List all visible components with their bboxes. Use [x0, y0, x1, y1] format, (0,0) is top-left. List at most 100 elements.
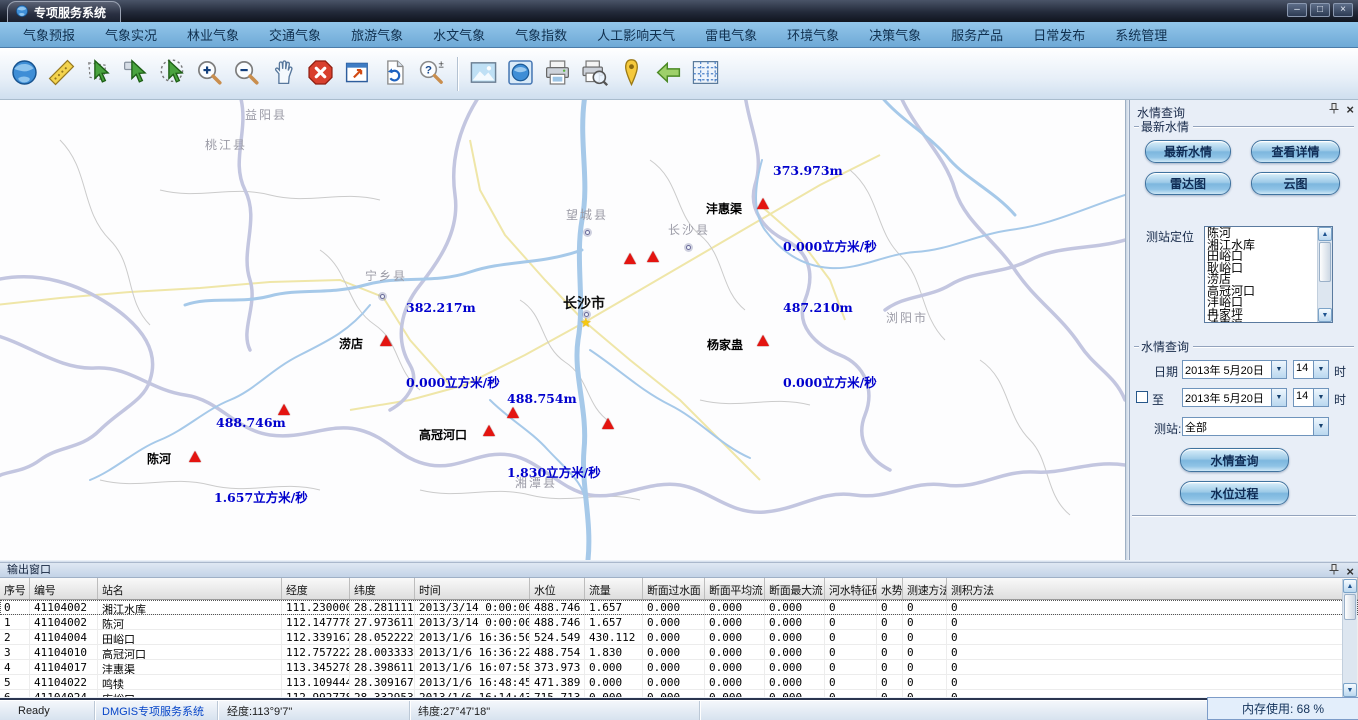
column-header[interactable]: 时间 — [415, 578, 530, 599]
column-header[interactable]: 断面平均流 — [705, 578, 765, 599]
menu-item-4[interactable]: 旅游气象 — [336, 25, 418, 44]
globe-window-button[interactable] — [502, 53, 539, 95]
scroll-thumb[interactable] — [1319, 242, 1331, 282]
image-button[interactable] — [465, 53, 502, 95]
back-arrow-button[interactable] — [650, 53, 687, 95]
pin-icon[interactable] — [1329, 564, 1339, 579]
window-extent-button[interactable] — [339, 53, 376, 95]
table-row[interactable]: 341104010高冠河口112.75722228.0033332013/1/6… — [0, 645, 1358, 660]
column-header[interactable]: 流量 — [585, 578, 643, 599]
station-list-item[interactable]: 沣惠渠 — [1207, 320, 1317, 322]
zoom-in-button[interactable] — [191, 53, 228, 95]
station-listbox[interactable]: 陈河湘江水库田峪口耿峪口涝店高冠河口沣峪口冉家坪沣惠渠 ▲ ▼ — [1204, 226, 1333, 323]
refresh-button[interactable] — [376, 53, 413, 95]
station-marker-icon[interactable] — [624, 253, 636, 264]
output-close-icon[interactable]: × — [1346, 566, 1354, 578]
scroll-down-icon[interactable]: ▼ — [1318, 308, 1332, 322]
chevron-down-icon[interactable]: ▼ — [1271, 361, 1286, 378]
column-header[interactable]: 断面过水面 — [643, 578, 705, 599]
station-marker-icon[interactable] — [189, 451, 201, 462]
column-header[interactable]: 站名 — [98, 578, 282, 599]
hour-select-2[interactable]: 14▼ — [1293, 388, 1329, 407]
table-body[interactable]: 041104002湘江水库111.23000028.2811112013/3/1… — [0, 600, 1358, 697]
pan-hand-button[interactable] — [265, 53, 302, 95]
water-query-button[interactable]: 水情查询 — [1180, 448, 1289, 472]
station-marker-icon[interactable] — [507, 407, 519, 418]
column-header[interactable]: 测积方法 — [947, 578, 1358, 599]
print-button[interactable] — [539, 53, 576, 95]
column-header[interactable]: 河水特征码 — [825, 578, 877, 599]
chevron-down-icon[interactable]: ▼ — [1313, 389, 1328, 406]
menu-item-13[interactable]: 系统管理 — [1100, 25, 1182, 44]
menu-item-12[interactable]: 日常发布 — [1018, 25, 1100, 44]
to-checkbox[interactable] — [1136, 391, 1148, 403]
globe-button[interactable] — [6, 53, 43, 95]
date-select-2[interactable]: 2013年 5月20日▼ — [1182, 388, 1287, 407]
station-marker-icon[interactable] — [380, 335, 392, 346]
app-tab[interactable]: 专项服务系统 — [7, 1, 121, 22]
column-header[interactable]: 断面最大流 — [765, 578, 825, 599]
menu-item-11[interactable]: 服务产品 — [936, 25, 1018, 44]
menu-item-3[interactable]: 交通气象 — [254, 25, 336, 44]
column-header[interactable]: 测速方法 — [903, 578, 947, 599]
ruler-button[interactable] — [43, 53, 80, 95]
station-list-scrollbar[interactable]: ▲ ▼ — [1317, 227, 1332, 322]
placemark-button[interactable] — [613, 53, 650, 95]
menu-item-9[interactable]: 环境气象 — [772, 25, 854, 44]
zoom-out-button[interactable] — [228, 53, 265, 95]
column-header[interactable]: 经度 — [282, 578, 350, 599]
view-details-button[interactable]: 查看详情 — [1251, 140, 1340, 163]
menu-item-8[interactable]: 雷电气象 — [690, 25, 772, 44]
column-header[interactable]: 水位 — [530, 578, 585, 599]
station-marker-icon[interactable] — [483, 425, 495, 436]
station-marker-icon[interactable] — [278, 404, 290, 415]
column-header[interactable]: 序号 — [0, 578, 30, 599]
close-button[interactable]: × — [1333, 3, 1353, 17]
menu-item-0[interactable]: 气象预报 — [8, 25, 90, 44]
table-scrollbar[interactable]: ▲ ▼ — [1342, 579, 1357, 697]
station-select[interactable]: 全部▼ — [1182, 417, 1329, 436]
date-select-1[interactable]: 2013年 5月20日▼ — [1182, 360, 1287, 379]
panel-close-icon[interactable]: × — [1346, 104, 1354, 116]
scroll-thumb[interactable] — [1344, 594, 1356, 620]
scroll-up-icon[interactable]: ▲ — [1318, 227, 1332, 241]
chevron-down-icon[interactable]: ▼ — [1271, 389, 1286, 406]
water-level-process-button[interactable]: 水位过程 — [1180, 481, 1289, 505]
stop-button[interactable] — [302, 53, 339, 95]
menu-item-7[interactable]: 人工影响天气 — [582, 25, 690, 44]
menu-item-10[interactable]: 决策气象 — [854, 25, 936, 44]
table-row[interactable]: 641104024库峪口112.99277828.3329532013/1/6 … — [0, 690, 1358, 697]
identify-help-button[interactable]: ?± — [413, 53, 450, 95]
chevron-down-icon[interactable]: ▼ — [1313, 361, 1328, 378]
station-marker-icon[interactable] — [647, 251, 659, 262]
hour-select-1[interactable]: 14▼ — [1293, 360, 1329, 379]
lasso-select-button[interactable] — [80, 53, 117, 95]
circle-select-button[interactable] — [154, 53, 191, 95]
latest-water-button[interactable]: 最新水情 — [1145, 140, 1231, 163]
column-header[interactable]: 编号 — [30, 578, 98, 599]
column-header[interactable]: 水势 — [877, 578, 903, 599]
column-header[interactable]: 纬度 — [350, 578, 415, 599]
scroll-down-icon[interactable]: ▼ — [1343, 683, 1357, 697]
scroll-up-icon[interactable]: ▲ — [1343, 579, 1357, 593]
radar-chart-button[interactable]: 雷达图 — [1145, 172, 1231, 195]
table-row[interactable]: 541104022鸣犊113.10944428.3091672013/1/6 1… — [0, 675, 1358, 690]
station-marker-icon[interactable] — [757, 198, 769, 209]
maximize-button[interactable]: □ — [1310, 3, 1330, 17]
menu-item-6[interactable]: 气象指数 — [500, 25, 582, 44]
table-row[interactable]: 241104004田峪口112.33916728.0522222013/1/6 … — [0, 630, 1358, 645]
pin-icon[interactable] — [1329, 103, 1339, 117]
map-grid-button[interactable] — [687, 53, 724, 95]
chevron-down-icon[interactable]: ▼ — [1313, 418, 1328, 435]
print-preview-button[interactable] — [576, 53, 613, 95]
table-row[interactable]: 441104017沣惠渠113.34527828.3986112013/1/6 … — [0, 660, 1358, 675]
arrow-select-button[interactable] — [117, 53, 154, 95]
menu-item-1[interactable]: 气象实况 — [90, 25, 172, 44]
cloud-image-button[interactable]: 云图 — [1251, 172, 1340, 195]
minimize-button[interactable]: – — [1287, 3, 1307, 17]
map-canvas[interactable]: 益阳县桃江县宁乡县望城县长沙县浏阳市湘潭县长沙市沣惠渠杨家蛊涝店陈河高冠河口37… — [0, 100, 1125, 560]
station-marker-icon[interactable] — [757, 335, 769, 346]
menu-item-2[interactable]: 林业气象 — [172, 25, 254, 44]
table-row[interactable]: 041104002湘江水库111.23000028.2811112013/3/1… — [0, 600, 1358, 615]
menu-item-5[interactable]: 水文气象 — [418, 25, 500, 44]
